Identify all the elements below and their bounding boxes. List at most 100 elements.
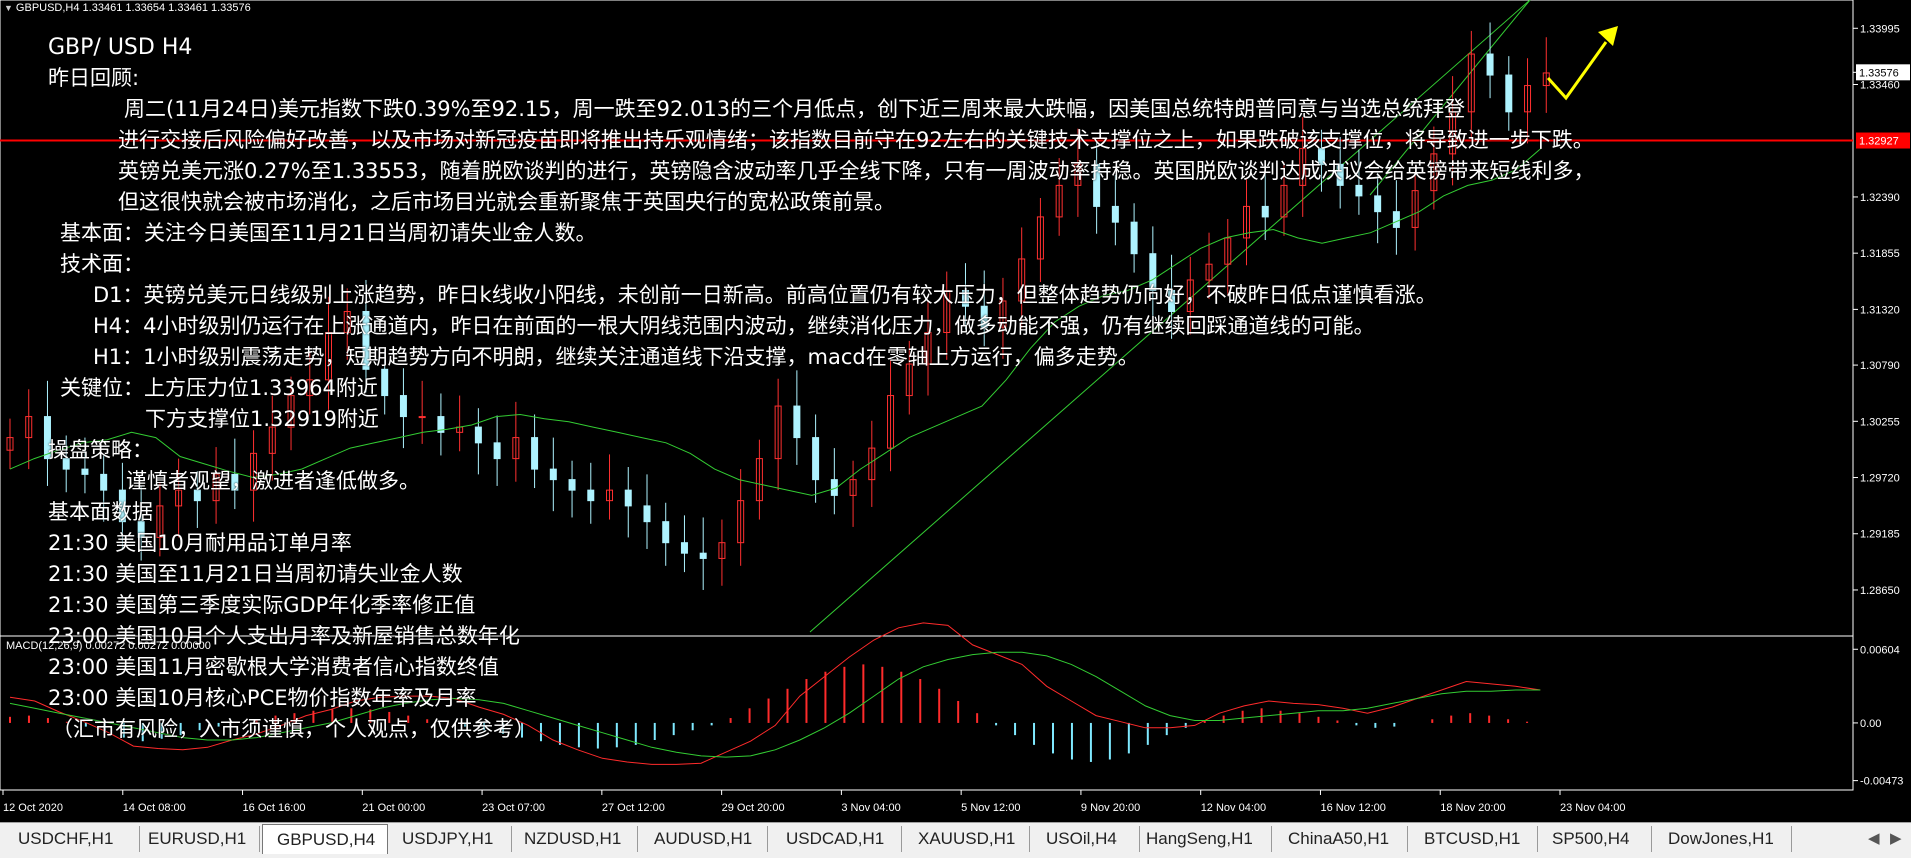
tab-label: USOil,H4 [1046, 829, 1117, 848]
collapse-triangle-icon[interactable]: ▼ [4, 3, 13, 13]
arrow-head [1598, 26, 1618, 46]
x-tick-label: 29 Oct 20:00 [722, 802, 785, 814]
candle-body [1392, 211, 1400, 228]
tab-label: DowJones,H1 [1668, 829, 1774, 848]
tab-usdchf-h1[interactable]: USDCHF,H1 [4, 826, 140, 852]
x-tick-label: 12 Oct 2020 [3, 802, 63, 814]
y-tick-label: 1.33995 [1860, 23, 1900, 35]
x-tick-label: 16 Nov 12:00 [1320, 802, 1385, 814]
fundamental-line: 基本面：关注今日美国至11月21日当周初请失业金人数。 [60, 221, 597, 245]
tab-label: GBPUSD,H4 [277, 830, 376, 849]
tab-usdjpy-h1[interactable]: USDJPY,H1 [388, 826, 512, 852]
candle-body [100, 473, 108, 491]
candle-body [643, 505, 651, 523]
x-tick-label: 21 Oct 00:00 [362, 802, 425, 814]
tab-eurusd-h1[interactable]: EURUSD,H1 [134, 826, 260, 852]
x-tick-label: 9 Nov 20:00 [1081, 802, 1140, 814]
tab-chinaa50-h1[interactable]: ChinaA50,H1 [1274, 826, 1408, 852]
yellow-arrow [1546, 41, 1608, 101]
event-3: 21:30 美国第三季度实际GDP年化季率修正值 [48, 593, 476, 617]
tab-label: ChinaA50,H1 [1288, 829, 1390, 848]
tab-label: EURUSD,H1 [148, 829, 247, 848]
review-paragraph-2: 进行交接后风险偏好改善，以及市场对新冠疫苗即将推出持乐观情绪；该指数目前守在92… [118, 128, 1594, 152]
strategy-heading: 操盘策略： [48, 438, 153, 462]
tab-nzdusd-h1[interactable]: NZDUSD,H1 [510, 826, 638, 852]
y-tick-label: 1.32390 [1860, 192, 1900, 204]
candle-body [1486, 53, 1494, 76]
current-price-label: 1.33576 [1859, 67, 1899, 79]
key-level-support: 下方支撑位1.32919附近 [145, 407, 379, 431]
tab-label: USDJPY,H1 [402, 829, 494, 848]
macd-y-tick-label: 0.00 [1860, 718, 1881, 730]
candle-body [1374, 195, 1382, 213]
tab-btcusd-h1[interactable]: BTCUSD,H1 [1410, 826, 1538, 852]
y-tick-label: 1.30790 [1860, 360, 1900, 372]
x-tick-label: 3 Nov 04:00 [841, 802, 900, 814]
tab-sp500-h4[interactable]: SP500,H4 [1538, 826, 1652, 852]
candle-body [662, 521, 670, 544]
candle-body [549, 468, 557, 481]
analysis-d1: D1：英镑兑美元日线级别上涨趋势，昨日k线收小阳线，未创前一日新高。前高位置仍有… [93, 283, 1437, 307]
tab-usdcad-h1[interactable]: USDCAD,H1 [772, 826, 902, 852]
analysis-h1: H1：1小时级别震荡走势，短期趋势方向不明朗，继续关注通道线下沿支撑，macd在… [93, 345, 1139, 369]
tab-usoil-h4[interactable]: USOil,H4 [1032, 826, 1140, 852]
review-paragraph-4: 但这很快就会被市场消化，之后市场目光就会重新聚焦于英国央行的宽松政策前景。 [118, 190, 895, 214]
candle-body [680, 542, 688, 554]
candle-body [1130, 221, 1138, 255]
tab-audusd-h1[interactable]: AUDUSD,H1 [640, 826, 768, 852]
x-tick-label: 5 Nov 12:00 [961, 802, 1020, 814]
strategy-text: 谨慎者观望，激进者逢低做多。 [126, 469, 420, 493]
y-tick-label: 1.28650 [1860, 585, 1900, 597]
candle-body [812, 437, 820, 481]
key-level-resistance: 关键位：上方压力位1.33964附近 [60, 376, 378, 400]
chart-header: ▼ GBPUSD,H4 1.33461 1.33654 1.33461 1.335… [4, 2, 251, 14]
candle-body [1505, 74, 1513, 113]
overlay-title: GBP/ USD H4 [48, 35, 193, 60]
candle-body [81, 468, 89, 475]
technical-heading: 技术面： [60, 252, 144, 276]
x-tick-label: 14 Oct 08:00 [123, 802, 186, 814]
candle-body [493, 442, 501, 460]
tab-gbpusd-h4[interactable]: GBPUSD,H4 [262, 824, 388, 854]
review-heading: 昨日回顾: [48, 66, 140, 90]
review-paragraph-1: 周二(11月24日)美元指数下跌0.39%至92.15，周一跌至92.013的三… [124, 97, 1466, 121]
x-tick-label: 23 Oct 07:00 [482, 802, 545, 814]
candle-body [568, 479, 576, 491]
tab-scroll-right-icon[interactable]: ▶ [1890, 826, 1902, 852]
y-tick-label: 1.33460 [1860, 80, 1900, 92]
candle-body [418, 416, 426, 419]
analysis-h4: H4：4小时级别仍运行在上涨通道内，昨日在前面的一根大阴线范围内波动，继续消化压… [93, 314, 1375, 338]
data-heading: 基本面数据 [48, 500, 153, 524]
event-4: 23:00 美国10月个人支出月率及新屋销售总数年化 [48, 624, 520, 648]
x-tick-label: 23 Nov 04:00 [1560, 802, 1625, 814]
symbol-tab-bar: USDCHF,H1 EURUSD,H1 GBPUSD,H4 USDJPY,H1 … [0, 822, 1911, 858]
candle-body [399, 395, 407, 418]
chart-area[interactable]: 1.33995 1.33460 1.32390 1.31855 1.31320 1.307… [0, 0, 1911, 820]
y-tick-label: 1.31320 [1860, 304, 1900, 316]
x-tick-label: 18 Nov 20:00 [1440, 802, 1505, 814]
tab-xauusd-h1[interactable]: XAUUSD,H1 [904, 826, 1030, 852]
event-2: 21:30 美国至11月21日当周初请失业金人数 [48, 562, 463, 586]
x-tick-label: 12 Nov 04:00 [1201, 802, 1266, 814]
candle-body [381, 368, 389, 397]
tab-label: USDCHF,H1 [18, 829, 114, 848]
tab-label: USDCAD,H1 [786, 829, 885, 848]
candle-body [624, 489, 632, 507]
tab-hangseng-h1[interactable]: HangSeng,H1 [1132, 826, 1272, 852]
candle-body [699, 552, 707, 559]
tab-label: NZDUSD,H1 [524, 829, 622, 848]
macd-y-tick-label: -0.00473 [1860, 776, 1903, 788]
horizontal-level-label: 1.32927 [1859, 136, 1899, 148]
tab-dowjones-h1[interactable]: DowJones,H1 [1654, 826, 1792, 852]
y-tick-label: 1.30255 [1860, 416, 1900, 428]
tab-label: HangSeng,H1 [1146, 829, 1253, 848]
candle-body [474, 426, 482, 444]
event-6: 23:00 美国10月核心PCE物价指数年率及月率 [48, 686, 477, 710]
symbol-ohlc: GBPUSD,H4 1.33461 1.33654 1.33461 1.3357… [15, 2, 251, 14]
y-tick-label: 1.29720 [1860, 473, 1900, 485]
x-tick-label: 16 Oct 16:00 [243, 802, 306, 814]
candle-body [1111, 205, 1119, 223]
tab-scroll-left-icon[interactable]: ◀ [1868, 826, 1880, 852]
event-5: 23:00 美国11月密歇根大学消费者信心指数终值 [48, 655, 499, 679]
macd-y-tick-label: 0.00604 [1860, 644, 1900, 656]
